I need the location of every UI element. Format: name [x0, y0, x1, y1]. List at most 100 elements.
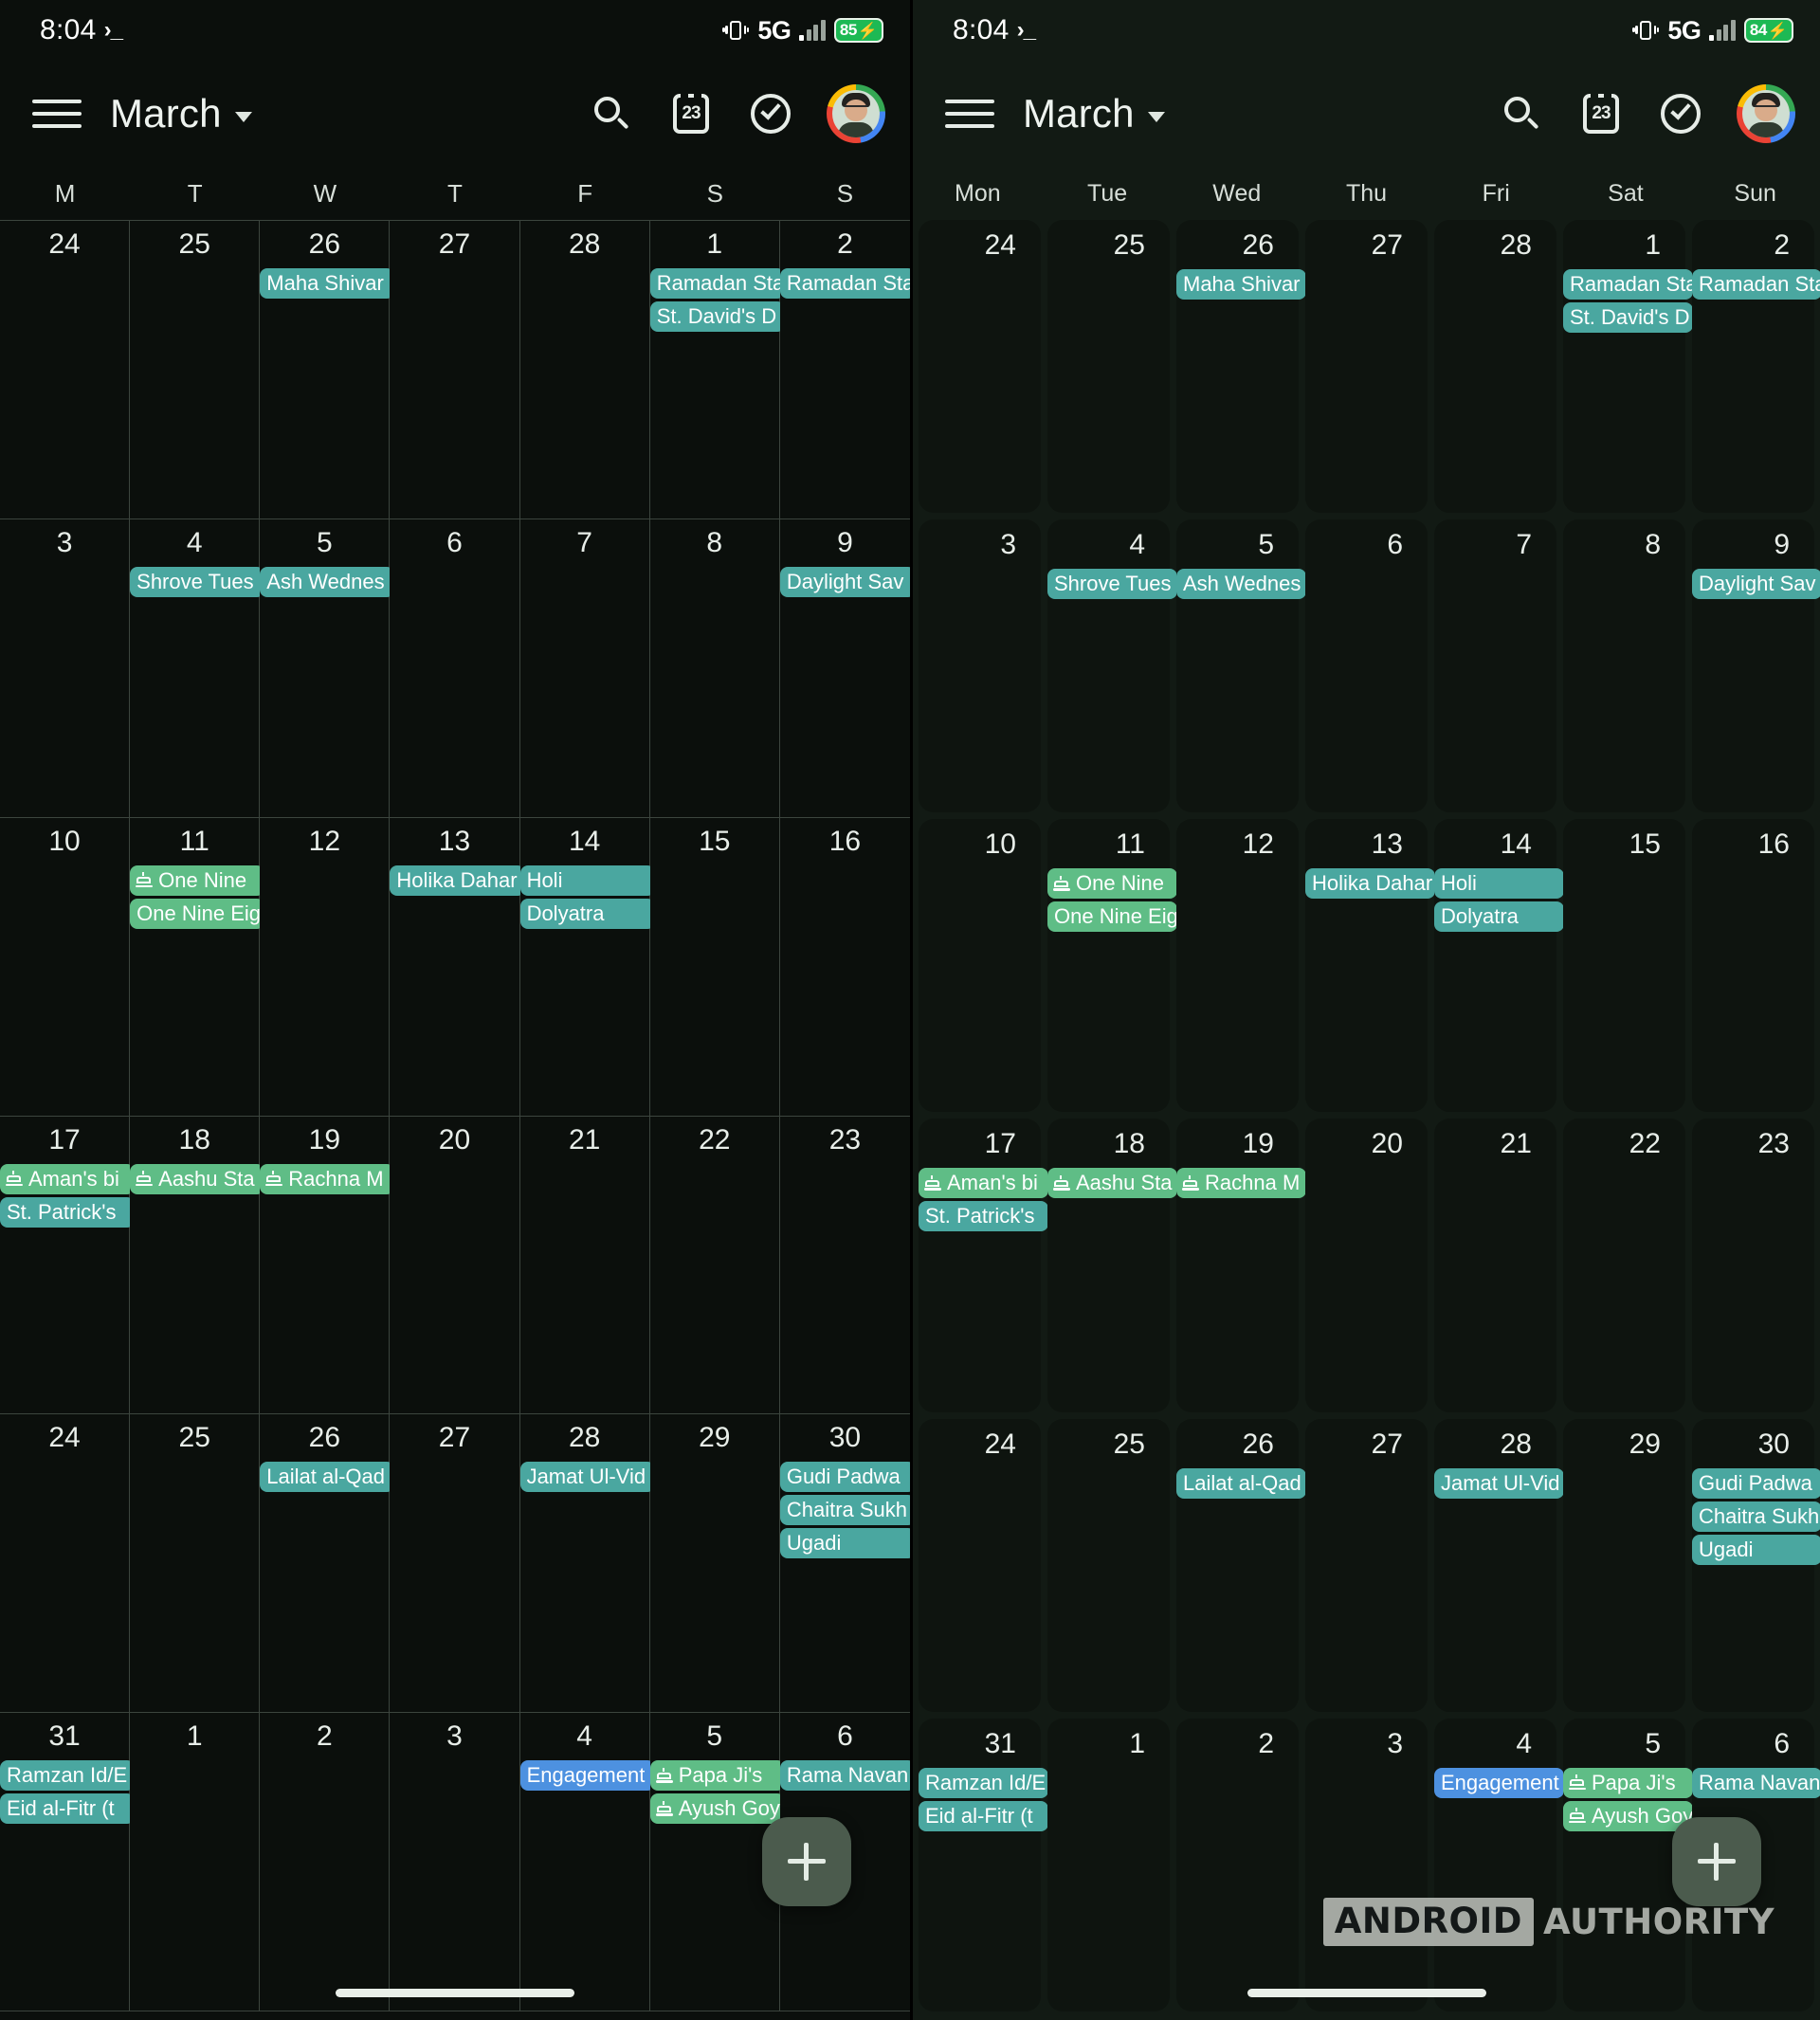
- day-cell[interactable]: 1: [1047, 1718, 1170, 2011]
- day-cell[interactable]: 3: [0, 519, 131, 818]
- day-cell[interactable]: 17 Aman's bi St. Patrick's: [919, 1119, 1048, 1412]
- event-chip[interactable]: Daylight Sav: [779, 566, 910, 597]
- day-cell[interactable]: 17 Aman's bi St. Patrick's: [0, 1116, 136, 1415]
- day-cell[interactable]: 3: [919, 519, 1041, 813]
- event-chip[interactable]: Rachna M: [1176, 1168, 1306, 1199]
- event-chip[interactable]: One Nine: [1047, 868, 1177, 900]
- event-chip[interactable]: Holi: [1434, 868, 1564, 900]
- event-chip[interactable]: Dolyatra: [519, 898, 655, 929]
- day-cell[interactable]: 29: [1563, 1418, 1685, 1712]
- day-cell[interactable]: 1: [130, 1713, 261, 2011]
- day-cell[interactable]: 18 Aashu Sta: [130, 1116, 265, 1415]
- event-chip[interactable]: Lailat al-Qad: [1176, 1467, 1306, 1499]
- event-chip[interactable]: Eid al-Fitr (t: [919, 1800, 1048, 1831]
- day-cell[interactable]: 12: [260, 817, 391, 1117]
- day-cell[interactable]: 14 Holi Dolyatra: [1434, 819, 1564, 1113]
- event-chip[interactable]: Ugadi: [1692, 1534, 1820, 1565]
- search-button[interactable]: [1498, 90, 1545, 137]
- event-chip[interactable]: Ash Wednes: [1176, 569, 1306, 600]
- day-cell[interactable]: 20: [390, 1116, 520, 1415]
- search-button[interactable]: [588, 90, 635, 137]
- day-cell[interactable]: 24: [919, 1418, 1041, 1712]
- day-cell[interactable]: 5 Ash Wednes: [1176, 519, 1306, 813]
- day-cell[interactable]: 16: [1692, 819, 1814, 1113]
- day-cell[interactable]: 21: [1434, 1119, 1556, 1412]
- event-chip[interactable]: Ramadan Sta: [1563, 269, 1693, 300]
- event-chip[interactable]: Ramadan Sta: [1692, 269, 1820, 300]
- day-cell[interactable]: 30 Gudi Padwa Chaitra Sukh Ugadi: [1692, 1418, 1820, 1712]
- event-chip[interactable]: Engagement: [519, 1760, 655, 1792]
- day-cell[interactable]: 22: [649, 1116, 780, 1415]
- day-cell[interactable]: 23: [1692, 1119, 1814, 1412]
- day-cell[interactable]: 25: [1047, 1418, 1170, 1712]
- event-chip[interactable]: Chaitra Sukh: [779, 1495, 910, 1526]
- event-chip[interactable]: One Nine Eig: [1047, 901, 1177, 933]
- event-chip[interactable]: Ramadan Sta: [779, 268, 910, 299]
- event-chip[interactable]: Shrove Tues: [130, 566, 265, 597]
- event-chip[interactable]: Gudi Padwa: [1692, 1467, 1820, 1499]
- day-cell[interactable]: 16: [779, 817, 910, 1117]
- day-cell[interactable]: 6: [1305, 519, 1428, 813]
- day-cell[interactable]: 2 Ramadan Sta: [779, 221, 910, 519]
- day-cell[interactable]: 10: [0, 817, 131, 1117]
- event-chip[interactable]: Ugadi: [779, 1528, 910, 1559]
- day-cell[interactable]: 22: [1563, 1119, 1685, 1412]
- event-chip[interactable]: Gudi Padwa: [779, 1462, 910, 1493]
- create-event-button[interactable]: [1672, 1817, 1761, 1906]
- event-chip[interactable]: One Nine: [130, 864, 265, 896]
- today-button[interactable]: 23: [667, 90, 715, 137]
- day-cell[interactable]: 14 Holi Dolyatra: [519, 817, 655, 1117]
- day-cell[interactable]: 10: [919, 819, 1041, 1113]
- day-cell[interactable]: 4 Shrove Tues: [1047, 519, 1177, 813]
- event-chip[interactable]: St. David's D: [1563, 302, 1693, 333]
- month-selector[interactable]: March: [1023, 91, 1165, 136]
- event-chip[interactable]: Dolyatra: [1434, 901, 1564, 933]
- event-chip[interactable]: Aashu Sta: [130, 1163, 265, 1194]
- event-chip[interactable]: Holi: [519, 864, 655, 896]
- event-chip[interactable]: Papa Ji's: [1563, 1767, 1693, 1798]
- gesture-bar[interactable]: [336, 1989, 574, 1997]
- day-cell[interactable]: 13 Holika Dahar: [1305, 819, 1435, 1113]
- day-cell[interactable]: 24: [0, 1414, 131, 1714]
- day-cell[interactable]: 18 Aashu Sta: [1047, 1119, 1177, 1412]
- day-cell[interactable]: 26 Maha Shivar: [1176, 220, 1306, 514]
- day-cell[interactable]: 8: [649, 519, 780, 818]
- day-cell[interactable]: 12: [1176, 819, 1299, 1113]
- day-cell[interactable]: 7: [1434, 519, 1556, 813]
- tasks-button[interactable]: [1657, 90, 1704, 137]
- day-cell[interactable]: 23: [779, 1116, 910, 1415]
- event-chip[interactable]: Maha Shivar: [260, 268, 395, 299]
- day-cell[interactable]: 28: [1434, 220, 1556, 514]
- day-cell[interactable]: 28: [519, 221, 650, 519]
- day-cell[interactable]: 8: [1563, 519, 1685, 813]
- day-cell[interactable]: 25: [130, 221, 261, 519]
- day-cell[interactable]: 2: [260, 1713, 391, 2011]
- day-cell[interactable]: 31 Ramzan Id/E Eid al-Fitr (t: [919, 1718, 1048, 2011]
- day-cell[interactable]: 27: [1305, 220, 1428, 514]
- month-selector[interactable]: March: [110, 91, 252, 136]
- event-chip[interactable]: Aman's bi: [919, 1168, 1048, 1199]
- event-chip[interactable]: Ramzan Id/E: [0, 1760, 136, 1792]
- event-chip[interactable]: Rachna M: [260, 1163, 395, 1194]
- day-cell[interactable]: 2: [1176, 1718, 1299, 2011]
- event-chip[interactable]: Papa Ji's: [649, 1760, 785, 1792]
- today-button[interactable]: 23: [1577, 90, 1625, 137]
- day-cell[interactable]: 9 Daylight Sav: [1692, 519, 1820, 813]
- avatar[interactable]: [1737, 84, 1795, 143]
- day-cell[interactable]: 25: [1047, 220, 1170, 514]
- day-cell[interactable]: 30 Gudi Padwa Chaitra Sukh Ugadi: [779, 1414, 910, 1714]
- day-cell[interactable]: 27: [390, 1414, 520, 1714]
- day-cell[interactable]: 26 Lailat al-Qad: [260, 1414, 395, 1714]
- day-cell[interactable]: 4 Shrove Tues: [130, 519, 265, 818]
- day-cell[interactable]: 28 Jamat Ul-Vid: [519, 1414, 655, 1714]
- day-cell[interactable]: 19 Rachna M: [1176, 1119, 1306, 1412]
- day-cell[interactable]: 24: [919, 220, 1041, 514]
- day-cell[interactable]: 1 Ramadan Sta St. David's D: [1563, 220, 1693, 514]
- event-chip[interactable]: Eid al-Fitr (t: [0, 1793, 136, 1825]
- gesture-bar[interactable]: [1247, 1989, 1486, 1997]
- tasks-button[interactable]: [747, 90, 794, 137]
- event-chip[interactable]: Ramadan Sta: [649, 268, 785, 299]
- day-cell[interactable]: 7: [519, 519, 650, 818]
- day-cell[interactable]: 19 Rachna M: [260, 1116, 395, 1415]
- day-cell[interactable]: 2 Ramadan Sta: [1692, 220, 1820, 514]
